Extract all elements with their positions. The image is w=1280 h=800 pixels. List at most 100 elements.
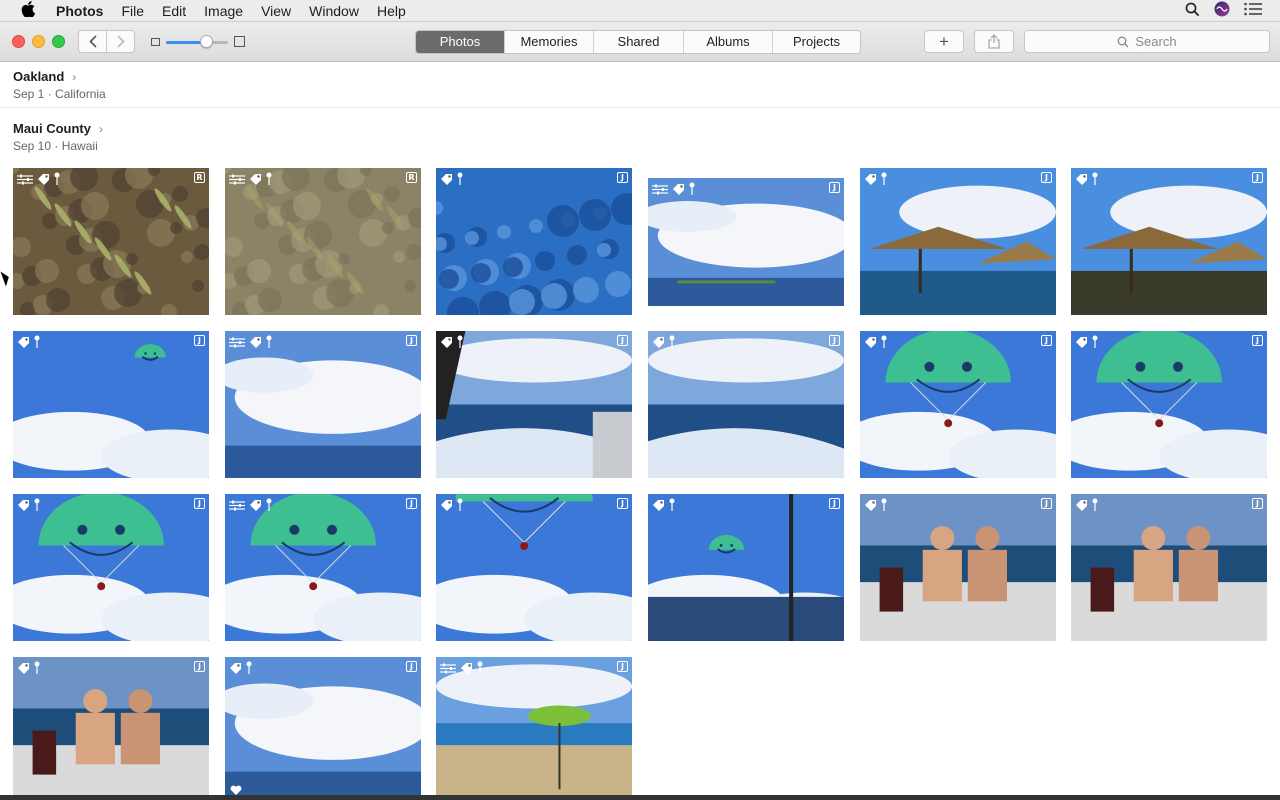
photo-thumbnail[interactable]: J — [13, 331, 209, 478]
location-pin-icon — [457, 498, 463, 516]
photo-thumbnail[interactable]: J — [1071, 331, 1267, 478]
file-format-badge: J — [1041, 498, 1052, 509]
forward-button[interactable] — [106, 30, 135, 53]
location-pin-icon — [54, 172, 60, 190]
tab-projects[interactable]: Projects — [773, 31, 860, 53]
photo-overlay-icons — [440, 661, 483, 679]
menu-app-name[interactable]: Photos — [56, 0, 112, 22]
file-format-badge: J — [829, 335, 840, 346]
photo-thumbnail[interactable]: J — [436, 331, 632, 478]
file-format-badge: J — [406, 661, 417, 672]
photo-thumbnail[interactable]: J — [860, 168, 1056, 315]
menu-help[interactable]: Help — [368, 0, 415, 22]
photo-thumbnail[interactable]: J — [13, 657, 209, 800]
tab-photos[interactable]: Photos — [416, 31, 505, 53]
window-toolbar: Photos Memories Shared Albums Projects +… — [0, 22, 1280, 62]
photo-thumbnail[interactable]: J — [648, 331, 844, 478]
file-format-badge: J — [1252, 335, 1263, 346]
minimize-window-button[interactable] — [32, 35, 45, 48]
photo-thumbnail[interactable]: J — [860, 331, 1056, 478]
photo-library: Oakland › Sep 1 · California Maui County ›… — [0, 63, 1280, 800]
chevron-right-icon — [116, 35, 125, 48]
photo-overlay-icons — [17, 172, 60, 190]
tab-albums[interactable]: Albums — [684, 31, 773, 53]
photo-image — [648, 331, 844, 478]
menu-image[interactable]: Image — [195, 0, 252, 22]
photo-thumbnail[interactable]: R — [13, 168, 209, 315]
file-format-badge: J — [829, 182, 840, 193]
chevron-right-icon: › — [99, 121, 103, 136]
file-format-badge: J — [406, 335, 417, 346]
adjustments-icon — [229, 498, 245, 516]
add-button[interactable]: + — [924, 30, 964, 53]
location-pin-icon — [477, 661, 483, 679]
photo-thumbnail[interactable]: J — [1071, 168, 1267, 315]
photo-overlay-icons — [440, 335, 463, 353]
photo-overlay-icons — [1075, 335, 1098, 353]
photo-overlay-icons — [229, 661, 252, 679]
spotlight-search-icon[interactable] — [1185, 2, 1200, 20]
share-button[interactable] — [974, 30, 1014, 53]
zoom-knob[interactable] — [200, 35, 213, 48]
photo-thumbnail[interactable]: J — [648, 178, 844, 306]
keyword-tag-icon — [672, 182, 685, 200]
photo-overlay-icons — [652, 182, 695, 200]
location-pin-icon — [246, 661, 252, 679]
photo-thumbnail[interactable]: J — [436, 494, 632, 641]
photo-overlay-icons — [440, 498, 463, 516]
fullscreen-window-button[interactable] — [52, 35, 65, 48]
photo-thumbnail[interactable]: J — [225, 331, 421, 478]
moment-header-oakland[interactable]: Oakland › Sep 1 · California — [13, 69, 106, 101]
keyword-tag-icon — [864, 335, 877, 353]
menu-view[interactable]: View — [252, 0, 300, 22]
menu-file[interactable]: File — [112, 0, 153, 22]
large-thumbnail-icon — [234, 36, 245, 47]
photo-overlay-icons — [17, 335, 40, 353]
photo-thumbnail[interactable]: J — [860, 494, 1056, 641]
photo-thumbnail[interactable]: R — [225, 168, 421, 315]
close-window-button[interactable] — [12, 35, 25, 48]
keyword-tag-icon — [440, 498, 453, 516]
menu-edit[interactable]: Edit — [153, 0, 195, 22]
location-pin-icon — [669, 498, 675, 516]
moment-header-maui-county[interactable]: Maui County › Sep 10 · Hawaii — [13, 121, 103, 153]
photo-thumbnail[interactable]: J — [436, 657, 632, 800]
share-icon — [988, 34, 1000, 49]
menu-window[interactable]: Window — [300, 0, 368, 22]
photo-overlay-icons — [864, 172, 887, 190]
photo-thumbnail[interactable]: J — [1071, 494, 1267, 641]
notification-center-icon[interactable] — [1244, 2, 1262, 19]
photo-image — [436, 331, 632, 478]
moment-date: Sep 1 — [13, 87, 45, 101]
tab-shared[interactable]: Shared — [594, 31, 684, 53]
photo-image — [225, 168, 421, 315]
tab-memories[interactable]: Memories — [505, 31, 594, 53]
location-pin-icon — [881, 335, 887, 353]
zoom-slider[interactable] — [150, 34, 246, 50]
photo-overlay-icons — [17, 661, 40, 679]
photo-thumbnail[interactable]: J — [225, 494, 421, 641]
keyword-tag-icon — [249, 335, 262, 353]
moment-location: Hawaii — [61, 139, 98, 153]
apple-icon[interactable] — [0, 0, 56, 21]
view-tabs: Photos Memories Shared Albums Projects — [415, 30, 861, 54]
photo-thumbnail[interactable]: J — [436, 168, 632, 315]
photo-image — [1071, 494, 1267, 641]
file-format-badge: J — [1252, 172, 1263, 183]
location-pin-icon — [457, 172, 463, 190]
siri-icon[interactable] — [1214, 1, 1230, 20]
keyword-tag-icon — [864, 498, 877, 516]
file-format-badge: J — [194, 335, 205, 346]
photo-thumbnail[interactable]: J — [648, 494, 844, 641]
keyword-tag-icon — [440, 172, 453, 190]
location-pin-icon — [689, 182, 695, 200]
photo-overlay-icons — [1075, 498, 1098, 516]
photo-thumbnail[interactable]: J — [13, 494, 209, 641]
back-button[interactable] — [78, 30, 107, 53]
search-field[interactable]: Search — [1024, 30, 1270, 53]
location-pin-icon — [1092, 498, 1098, 516]
location-pin-icon — [881, 172, 887, 190]
file-format-badge: R — [406, 172, 417, 183]
file-format-badge: J — [194, 661, 205, 672]
photo-thumbnail[interactable]: J — [225, 657, 421, 800]
